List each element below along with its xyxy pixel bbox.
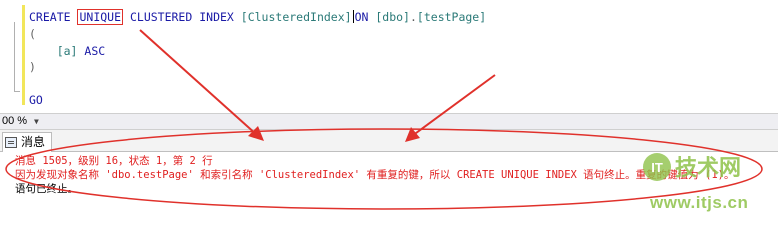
watermark-logo: IT 技术网	[643, 153, 741, 181]
change-tracking-bar	[22, 5, 25, 105]
tab-messages[interactable]: 消息	[2, 132, 53, 152]
outline-collapse-tick	[14, 91, 20, 92]
chevron-down-icon[interactable]: ▼	[34, 117, 39, 126]
text-caret	[352, 10, 354, 23]
index-name: [ClusteredIndex]	[240, 10, 352, 24]
code-line-3: [a] ASC	[29, 44, 106, 58]
message-line-1: 消息 1505，级别 16，状态 1，第 2 行	[15, 155, 213, 167]
tab-messages-label: 消息	[21, 135, 46, 149]
keyword-unique-highlighted: UNIQUE	[77, 9, 124, 25]
keyword-create: CREATE	[29, 10, 71, 24]
watermark-url: www.itjs.cn	[650, 193, 749, 212]
schema-name: [dbo]	[375, 10, 410, 24]
message-line-3: 语句已终止。	[15, 183, 78, 195]
code-line-2: (	[29, 27, 36, 41]
messages-icon	[5, 137, 17, 148]
code-line-4: )	[29, 60, 36, 74]
dot-separator: .	[409, 10, 417, 24]
query-editor[interactable]: CREATE UNIQUE CLUSTERED INDEX [Clustered…	[0, 0, 778, 113]
editor-status-bar: 00 % ▼	[0, 113, 778, 130]
zoom-level[interactable]: 00 %	[2, 115, 27, 127]
outline-collapse-line	[14, 22, 15, 92]
watermark-badge-text: IT	[651, 160, 663, 175]
table-name: [testPage]	[416, 10, 487, 24]
keyword-asc: ASC	[84, 44, 106, 58]
keyword-on: ON	[354, 10, 369, 24]
code-line-1: CREATE UNIQUE CLUSTERED INDEX [Clustered…	[29, 9, 487, 25]
watermark-logo-text: 技术网	[675, 156, 741, 181]
message-line-2: 因为发现对象名称 'dbo.testPage' 和索引名称 'Clustered…	[15, 169, 735, 181]
column-name: [a]	[56, 44, 78, 58]
keyword-index: INDEX	[199, 10, 234, 24]
code-line-go: GO	[29, 93, 43, 107]
keyword-clustered: CLUSTERED	[129, 10, 193, 24]
